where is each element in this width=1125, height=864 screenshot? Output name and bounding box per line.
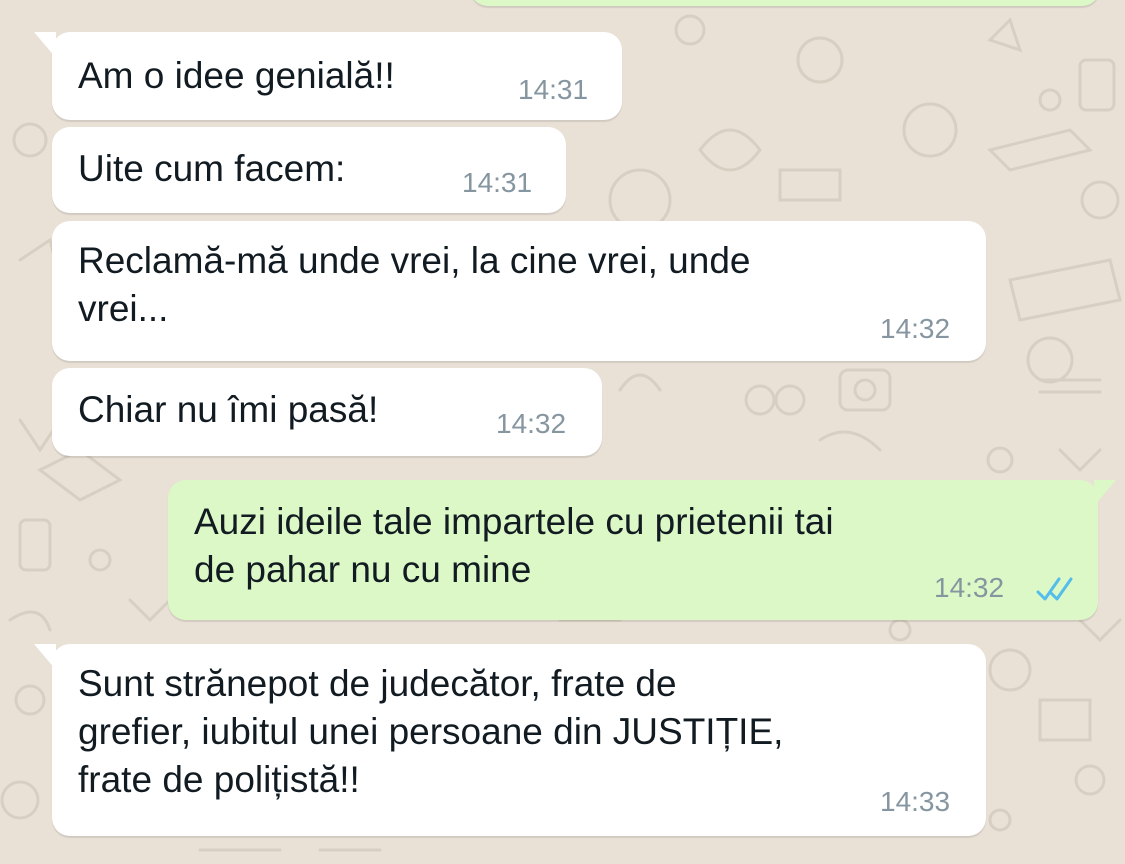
message-timestamp: 14:32 — [880, 313, 951, 344]
incoming-message-bubble[interactable]: Reclamă-mă unde vrei, la cine vrei, unde… — [52, 221, 986, 361]
incoming-message-bubble[interactable]: Uite cum facem: 14:31 — [52, 127, 566, 213]
message-text: Sunt strănepot de judecător, frate de gr… — [78, 663, 784, 800]
message-timestamp: 14:32 — [934, 572, 1005, 603]
bubble-tail — [34, 644, 56, 670]
message-text: Chiar nu îmi pasă! — [78, 389, 379, 430]
read-double-check-icon — [1036, 577, 1073, 601]
message-timestamp: 14:33 — [880, 786, 951, 817]
incoming-message-bubble[interactable]: Sunt strănepot de judecător, frate de gr… — [34, 644, 986, 836]
message-text: Reclamă-mă unde vrei, la cine vrei, unde… — [78, 240, 751, 329]
bubble-tail — [1094, 480, 1116, 506]
outgoing-message-bubble-partial[interactable] — [470, 0, 1100, 6]
message-text: Uite cum facem: — [78, 148, 346, 189]
outgoing-message-bubble[interactable]: Auzi ideile tale impartele cu prietenii … — [168, 480, 1116, 620]
incoming-message-bubble[interactable]: Am o idee genială!! 14:31 — [34, 32, 622, 120]
message-text: Auzi ideile tale impartele cu prietenii … — [194, 501, 834, 590]
message-timestamp: 14:31 — [518, 74, 589, 105]
incoming-message-bubble[interactable]: Chiar nu îmi pasă! 14:32 — [52, 368, 602, 456]
message-text: Am o idee genială!! — [78, 55, 395, 96]
bubble-tail — [34, 32, 56, 58]
message-timestamp: 14:32 — [496, 408, 567, 439]
message-timestamp: 14:31 — [462, 167, 533, 198]
